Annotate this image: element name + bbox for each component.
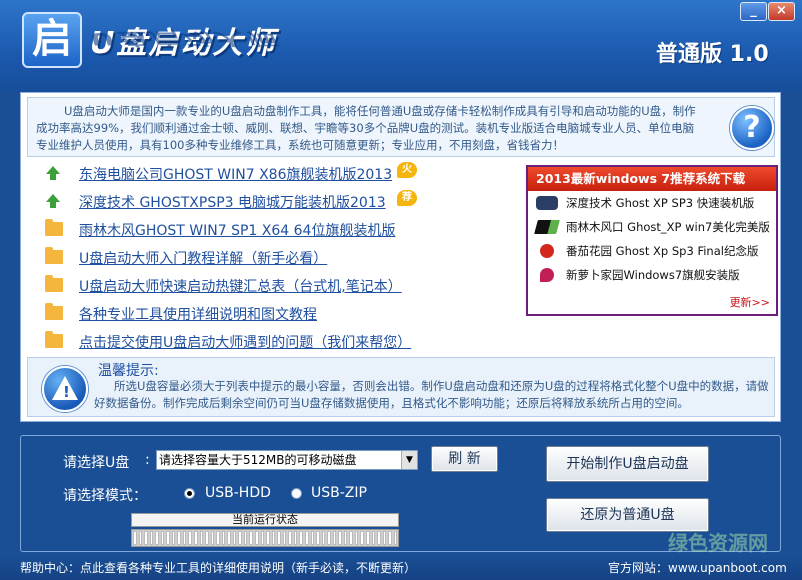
link-item-donghai[interactable]: 东海电脑公司GHOST WIN7 X86旗舰装机版2013 火 xyxy=(45,159,485,187)
intro-box: U盘启动大师是国内一款专业的U盘启动盘制作工具，能将任何普通U盘或存储卡轻松制作… xyxy=(27,97,775,157)
link-text[interactable]: 点击提交使用U盘启动大师遇到的问题（我们来帮您） xyxy=(79,332,411,352)
link-text[interactable]: U盘启动大师入门教程详解（新手必看） xyxy=(79,248,327,268)
minimize-button[interactable]: _ xyxy=(740,2,767,21)
official-site-link[interactable]: 官方网站：www.upanboot.com xyxy=(608,559,787,576)
tips-text: 所选U盘容量必须大于列表中提示的最小容量，否则会出错。制作U盘启动盘和还原为U盘… xyxy=(94,379,769,410)
recommend-item-text[interactable]: 深度技术 Ghost XP SP3 快速装机版 xyxy=(566,195,754,211)
link-item-feedback[interactable]: 点击提交使用U盘启动大师遇到的问题（我们来帮您） xyxy=(45,327,485,355)
start-make-button[interactable]: 开始制作U盘启动盘 xyxy=(546,446,709,482)
control-panel: 请选择U盘 : 请选择容量大于512MB的可移动磁盘 ▼ 刷 新 请选择模式： … xyxy=(20,435,781,552)
link-item-shendu[interactable]: 深度技术 GHOSTXPSP3 电脑城万能装机版2013 荐 xyxy=(45,187,485,215)
footer-bar: 帮助中心：点此查看各种专业工具的详细使用说明（新手必读，不断更新） 官方网站：w… xyxy=(0,555,802,580)
title-bar: 启 U盘启动大师 U盘启动大师 普通版 1.0 _ × xyxy=(0,0,802,92)
link-text[interactable]: 雨林木风GHOST WIN7 SP1 X64 64位旗舰装机版 xyxy=(79,220,395,240)
tips-title: 温馨提示: xyxy=(98,363,159,379)
help-center-link[interactable]: 帮助中心：点此查看各种专业工具的详细使用说明（新手必读，不断更新） xyxy=(20,559,416,576)
link-text[interactable]: U盘启动大师快速启动热键汇总表（台式机,笔记本） xyxy=(79,276,402,296)
hot-badge-icon: 火 xyxy=(397,162,417,178)
folder-icon xyxy=(45,219,63,236)
chevron-down-icon[interactable]: ▼ xyxy=(401,451,417,469)
usb-zip-radio[interactable] xyxy=(291,488,302,499)
recommend-badge-icon: 荐 xyxy=(397,190,417,206)
app-title-reflection: U盘启动大师 xyxy=(90,28,277,48)
close-button[interactable]: × xyxy=(768,2,795,21)
ylmf-logo-icon xyxy=(534,220,560,234)
recommend-item[interactable]: 雨林木风口 Ghost_XP win7美化完美版 xyxy=(528,215,776,239)
usb-drive-select[interactable]: 请选择容量大于512MB的可移动磁盘 ▼ xyxy=(156,450,418,470)
recommend-panel: 2013最新windows 7推荐系统下载 深度技术 Ghost XP SP3 … xyxy=(526,165,778,316)
arrow-up-icon xyxy=(45,166,63,180)
folder-icon xyxy=(45,303,63,320)
tips-box: ! 温馨提示: 所选U盘容量必须大于列表中提示的最小容量，否则会出错。制作U盘启… xyxy=(27,357,775,417)
link-item-yulin[interactable]: 雨林木风GHOST WIN7 SP1 X64 64位旗舰装机版 xyxy=(45,215,485,243)
recommend-item[interactable]: 深度技术 Ghost XP SP3 快速装机版 xyxy=(528,191,776,215)
warning-icon: ! xyxy=(42,366,88,412)
recommend-item-text[interactable]: 新萝卜家园Windows7旗舰安装版 xyxy=(566,267,740,283)
recommend-item-text[interactable]: 雨林木风口 Ghost_XP win7美化完美版 xyxy=(566,219,770,235)
progress-bar xyxy=(131,529,399,547)
link-text[interactable]: 各种专业工具使用详细说明和图文教程 xyxy=(79,304,317,324)
recommend-item[interactable]: 番茄花园 Ghost Xp Sp3 Final纪念版 xyxy=(528,239,776,263)
shendu-logo-icon xyxy=(536,196,558,210)
main-panel: U盘启动大师是国内一款专业的U盘启动盘制作工具，能将任何普通U盘或存储卡轻松制作… xyxy=(20,92,781,422)
link-item-hotkeys[interactable]: U盘启动大师快速启动热键汇总表（台式机,笔记本） xyxy=(45,271,485,299)
folder-icon xyxy=(45,331,63,348)
tomato-icon xyxy=(540,244,554,258)
watermark: 绿色资源网 xyxy=(668,531,768,555)
refresh-button[interactable]: 刷 新 xyxy=(431,446,498,472)
status-label: 当前运行状态 xyxy=(131,513,399,527)
radish-icon xyxy=(540,268,554,282)
arrow-up-icon xyxy=(45,194,63,208)
usb-hdd-radio[interactable] xyxy=(184,488,195,499)
usb-zip-label[interactable]: USB-ZIP xyxy=(311,485,367,501)
app-logo-icon: 启 xyxy=(22,12,82,68)
usb-drive-select-value: 请选择容量大于512MB的可移动磁盘 xyxy=(159,453,357,467)
intro-text: U盘启动大师是国内一款专业的U盘启动盘制作工具，能将任何普通U盘或存储卡轻松制作… xyxy=(36,104,696,152)
folder-icon xyxy=(45,247,63,264)
usb-hdd-label[interactable]: USB-HDD xyxy=(205,485,271,501)
recommend-item[interactable]: 新萝卜家园Windows7旗舰安装版 xyxy=(528,263,776,287)
select-usb-label: 请选择U盘 xyxy=(63,455,130,471)
link-item-tutorial[interactable]: U盘启动大师入门教程详解（新手必看） xyxy=(45,243,485,271)
mode-label: 请选择模式： xyxy=(63,488,147,504)
link-list: 东海电脑公司GHOST WIN7 X86旗舰装机版2013 火 深度技术 GHO… xyxy=(45,159,485,355)
version-label: 普通版 1.0 xyxy=(656,42,769,67)
link-text[interactable]: 东海电脑公司GHOST WIN7 X86旗舰装机版2013 xyxy=(79,164,392,184)
more-link[interactable]: 更新>> xyxy=(730,294,770,310)
recommend-item-text[interactable]: 番茄花园 Ghost Xp Sp3 Final纪念版 xyxy=(566,243,758,259)
help-icon[interactable]: ? xyxy=(730,106,774,150)
folder-icon xyxy=(45,275,63,292)
link-text[interactable]: 深度技术 GHOSTXPSP3 电脑城万能装机版2013 xyxy=(79,192,386,212)
select-usb-colon: : xyxy=(145,452,150,468)
link-item-tools[interactable]: 各种专业工具使用详细说明和图文教程 xyxy=(45,299,485,327)
recommend-title: 2013最新windows 7推荐系统下载 xyxy=(528,167,776,191)
exclamation-icon: ! xyxy=(63,383,70,401)
